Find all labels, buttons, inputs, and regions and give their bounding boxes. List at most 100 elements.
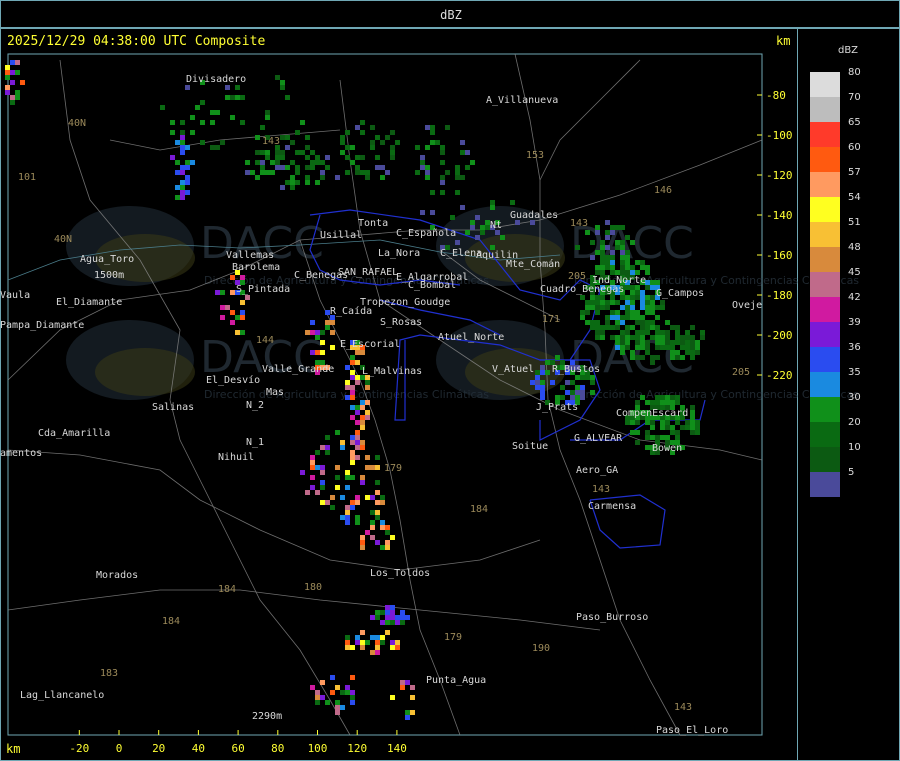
- echo-pixel: [285, 180, 290, 185]
- echo-pixel: [380, 545, 385, 550]
- echo-pixel: [370, 125, 375, 130]
- echo-pixel: [690, 405, 695, 410]
- echo-pixel: [350, 145, 355, 150]
- echo-pixel: [455, 165, 460, 170]
- echo-pixel: [355, 430, 360, 435]
- echo-pixel: [600, 325, 605, 330]
- echo-pixel: [180, 120, 185, 125]
- echo-pixel: [285, 135, 290, 140]
- echo-pixel: [375, 645, 380, 650]
- echo-pixel: [250, 170, 255, 175]
- echo-pixel: [380, 640, 385, 645]
- echo-pixel: [375, 650, 380, 655]
- echo-pixel: [350, 405, 355, 410]
- echo-pixel: [620, 245, 625, 250]
- echo-pixel: [650, 320, 655, 325]
- echo-pixel: [465, 150, 470, 155]
- echo-pixel: [425, 145, 430, 150]
- echo-pixel: [580, 375, 585, 380]
- echo-pixel: [280, 85, 285, 90]
- echo-pixel: [360, 155, 365, 160]
- echo-pixel: [650, 305, 655, 310]
- echo-pixel: [590, 375, 595, 380]
- echo-pixel: [320, 500, 325, 505]
- echo-pixel: [480, 225, 485, 230]
- echo-pixel: [310, 330, 315, 335]
- echo-pixel: [635, 440, 640, 445]
- echo-pixel: [675, 335, 680, 340]
- echo-pixel: [290, 160, 295, 165]
- echo-pixel: [345, 520, 350, 525]
- echo-pixel: [650, 285, 655, 290]
- echo-pixel: [240, 310, 245, 315]
- echo-pixel: [345, 145, 350, 150]
- echo-pixel: [605, 315, 610, 320]
- echo-pixel: [405, 710, 410, 715]
- echo-pixel: [650, 295, 655, 300]
- echo-pixel: [300, 120, 305, 125]
- place-label: Salinas: [152, 402, 194, 413]
- x-tick-label: 80: [271, 742, 284, 755]
- dacc-logo-leaf-icon: [95, 348, 195, 396]
- echo-pixel: [690, 410, 695, 415]
- echo-pixel: [265, 170, 270, 175]
- echo-pixel: [625, 325, 630, 330]
- echo-pixel: [620, 345, 625, 350]
- echo-pixel: [660, 400, 665, 405]
- x-tick-label: 40: [192, 742, 205, 755]
- echo-pixel: [240, 315, 245, 320]
- echo-pixel: [635, 295, 640, 300]
- echo-pixel: [15, 90, 20, 95]
- echo-pixel: [360, 440, 365, 445]
- echo-pixel: [600, 250, 605, 255]
- echo-pixel: [350, 475, 355, 480]
- place-label: CompenEscard: [616, 408, 688, 419]
- echo-pixel: [185, 190, 190, 195]
- echo-pixel: [610, 295, 615, 300]
- echo-pixel: [410, 710, 415, 715]
- echo-pixel: [635, 260, 640, 265]
- echo-pixel: [355, 360, 360, 365]
- place-label: Barolema: [232, 262, 280, 273]
- echo-pixel: [315, 450, 320, 455]
- echo-pixel: [380, 500, 385, 505]
- echo-pixel: [650, 420, 655, 425]
- echo-pixel: [340, 495, 345, 500]
- echo-pixel: [315, 180, 320, 185]
- echo-pixel: [430, 125, 435, 130]
- echo-pixel: [610, 255, 615, 260]
- x-tick-label: 120: [347, 742, 367, 755]
- echo-pixel: [415, 170, 420, 175]
- echo-pixel: [355, 445, 360, 450]
- route-label: 143: [262, 136, 280, 147]
- echo-pixel: [405, 680, 410, 685]
- legend-label: 30: [848, 392, 861, 403]
- echo-pixel: [660, 395, 665, 400]
- echo-pixel: [650, 310, 655, 315]
- echo-pixel: [320, 350, 325, 355]
- echo-pixel: [380, 525, 385, 530]
- echo-pixel: [390, 695, 395, 700]
- radar-map[interactable]: DACCDirección de Agricultura y Contingen…: [0, 0, 900, 761]
- echo-pixel: [665, 420, 670, 425]
- echo-pixel: [465, 165, 470, 170]
- echo-pixel: [420, 210, 425, 215]
- echo-pixel: [320, 445, 325, 450]
- echo-pixel: [660, 420, 665, 425]
- echo-pixel: [380, 635, 385, 640]
- echo-pixel: [630, 325, 635, 330]
- route-label: 153: [526, 150, 544, 161]
- echo-pixel: [425, 165, 430, 170]
- echo-pixel: [605, 300, 610, 305]
- echo-pixel: [340, 440, 345, 445]
- place-label: G_Campos: [656, 288, 704, 299]
- echo-pixel: [390, 645, 395, 650]
- echo-pixel: [695, 420, 700, 425]
- echo-pixel: [595, 295, 600, 300]
- echo-pixel: [385, 545, 390, 550]
- echo-pixel: [645, 350, 650, 355]
- echo-pixel: [355, 515, 360, 520]
- echo-pixel: [175, 195, 180, 200]
- legend-label: 70: [848, 92, 861, 103]
- echo-pixel: [275, 165, 280, 170]
